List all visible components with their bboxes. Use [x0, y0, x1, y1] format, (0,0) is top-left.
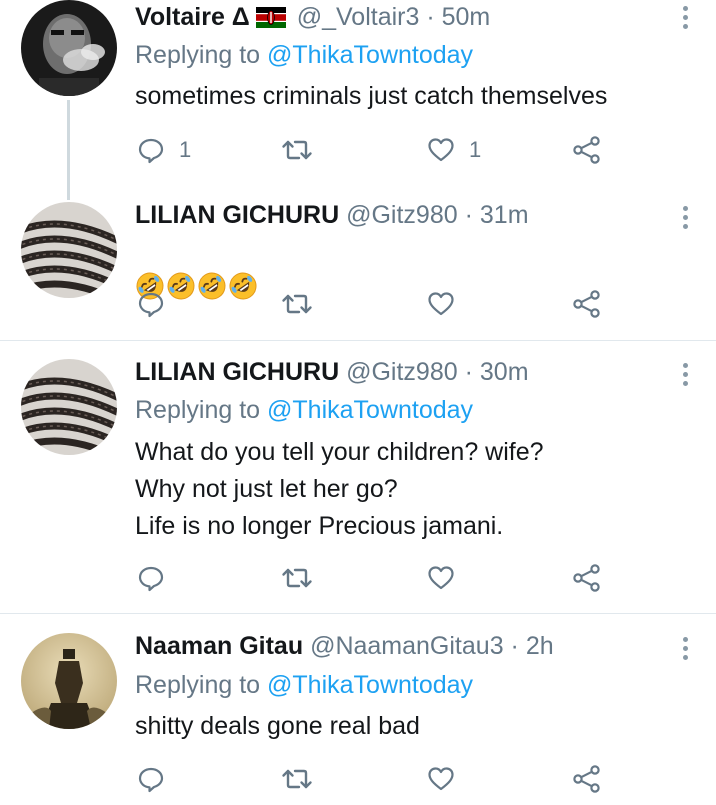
retweet-icon — [281, 765, 313, 793]
replying-to: Replying to @ThikaTowntoday — [135, 670, 473, 700]
user-handle[interactable]: @_Voltair3 — [297, 3, 420, 31]
like-button[interactable] — [427, 759, 455, 799]
tweet-text: shitty deals gone real bad — [135, 712, 420, 740]
retweet-button[interactable] — [281, 558, 313, 598]
share-button[interactable] — [572, 130, 602, 170]
timestamp[interactable]: 2h — [526, 632, 554, 660]
reply-icon — [137, 765, 165, 793]
user-handle[interactable]: @NaamanGitau3 — [310, 632, 504, 660]
avatar[interactable] — [21, 633, 117, 729]
like-button[interactable] — [427, 558, 455, 598]
separator-dot: · — [464, 201, 473, 229]
timestamp[interactable]: 31m — [480, 201, 529, 229]
mention-link[interactable]: @ThikaTowntoday — [267, 41, 473, 69]
heart-icon — [427, 290, 455, 318]
replying-to: Replying to @ThikaTowntoday — [135, 395, 473, 425]
tweet-header: LILIAN GICHURU @Gitz980 · 31m — [135, 200, 529, 230]
kenya-flag-icon — [255, 5, 286, 35]
avatar[interactable] — [21, 359, 117, 455]
user-handle[interactable]: @Gitz980 — [346, 358, 458, 386]
replying-to-prefix: Replying to — [135, 396, 261, 424]
more-options-icon[interactable] — [677, 637, 693, 664]
tweet-text: What do you tell your children? wife? Wh… — [135, 438, 544, 540]
more-options-icon[interactable] — [677, 206, 693, 233]
divider — [0, 613, 716, 614]
user-handle[interactable]: @Gitz980 — [346, 201, 458, 229]
tweet-text: sometimes criminals just catch themselve… — [135, 82, 608, 110]
tweet-header: Naaman Gitau @NaamanGitau3 · 2h — [135, 631, 554, 661]
retweet-icon — [281, 564, 313, 592]
avatar[interactable] — [21, 0, 117, 96]
retweet-button[interactable] — [281, 759, 313, 799]
timestamp[interactable]: 30m — [480, 358, 529, 386]
share-button[interactable] — [572, 284, 602, 324]
separator-dot: · — [426, 3, 435, 31]
reply-button[interactable]: 1 — [137, 130, 191, 170]
share-icon — [572, 290, 602, 318]
separator-dot: · — [510, 632, 519, 660]
share-button[interactable] — [572, 558, 602, 598]
more-options-icon[interactable] — [677, 6, 693, 33]
tweet[interactable]: LILIAN GICHURU @Gitz980 · 31m — [0, 200, 716, 340]
tweet-header: LILIAN GICHURU @Gitz980 · 30m — [135, 357, 529, 387]
more-options-icon[interactable] — [677, 363, 693, 390]
replying-to-prefix: Replying to — [135, 41, 261, 69]
mention-link[interactable]: @ThikaTowntoday — [267, 671, 473, 699]
share-icon — [572, 564, 602, 592]
retweet-button[interactable] — [281, 284, 313, 324]
display-name[interactable]: LILIAN GICHURU — [135, 201, 339, 229]
reply-icon — [137, 290, 165, 318]
display-name[interactable]: LILIAN GICHURU — [135, 358, 339, 386]
reply-count: 1 — [179, 137, 192, 162]
like-button[interactable] — [427, 284, 455, 324]
retweet-button[interactable] — [281, 130, 313, 170]
reply-button[interactable] — [137, 558, 165, 598]
share-icon — [572, 136, 602, 164]
like-button[interactable]: 1 — [427, 130, 481, 170]
replying-to: Replying to @ThikaTowntoday — [135, 40, 473, 70]
reply-icon — [137, 136, 165, 164]
mention-link[interactable]: @ThikaTowntoday — [267, 396, 473, 424]
tweet-actions — [0, 759, 716, 799]
divider — [0, 340, 716, 341]
share-icon — [572, 765, 602, 793]
retweet-icon — [281, 136, 313, 164]
retweet-icon — [281, 290, 313, 318]
tweet[interactable]: Naaman Gitau @NaamanGitau3 · 2h Replying… — [0, 631, 716, 805]
display-name[interactable]: Naaman Gitau — [135, 632, 303, 660]
tweet-actions: 1 1 — [0, 130, 716, 170]
tweet-header: Voltaire Δ @_Voltair3 · 50m — [135, 2, 490, 35]
heart-icon — [427, 564, 455, 592]
share-button[interactable] — [572, 759, 602, 799]
separator-dot: · — [464, 358, 473, 386]
like-count: 1 — [469, 137, 482, 162]
reply-icon — [137, 564, 165, 592]
display-name[interactable]: Voltaire Δ — [135, 3, 250, 31]
replying-to-prefix: Replying to — [135, 671, 261, 699]
reply-button[interactable] — [137, 284, 165, 324]
tweet-actions — [0, 558, 716, 598]
tweet[interactable]: LILIAN GICHURU @Gitz980 · 30m Replying t… — [0, 357, 716, 613]
heart-icon — [427, 136, 455, 164]
reply-button[interactable] — [137, 759, 165, 799]
timestamp[interactable]: 50m — [442, 3, 491, 31]
heart-icon — [427, 765, 455, 793]
tweet[interactable]: Voltaire Δ @_Voltair3 · 50m Replying to … — [0, 0, 716, 200]
tweet-actions — [0, 284, 716, 324]
